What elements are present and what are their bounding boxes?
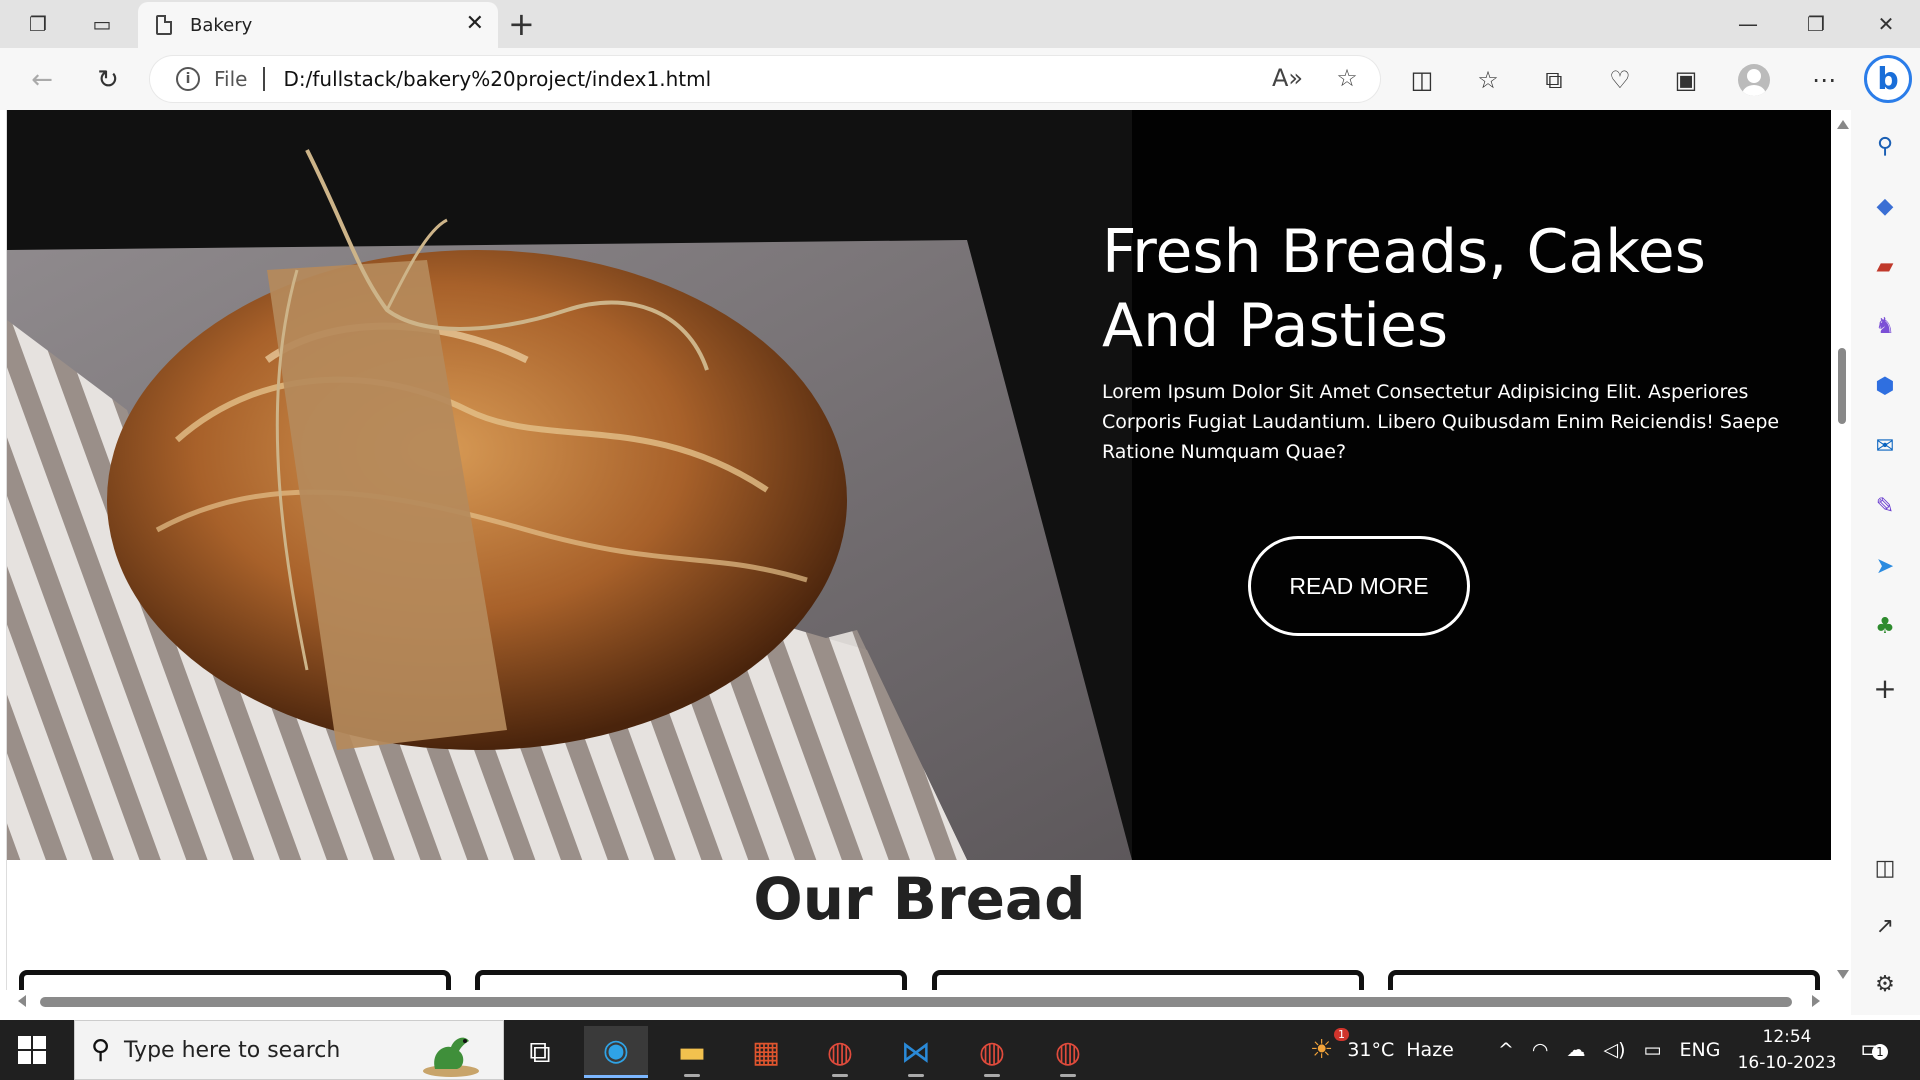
add-sidebar-item-icon[interactable]: + [1867, 670, 1903, 706]
hero-section: Fresh Breads, Cakes And Pasties Lorem Ip… [7, 110, 1831, 860]
horizontal-scroll-thumb[interactable] [40, 997, 1792, 1007]
tab-bakery[interactable]: Bakery ✕ [138, 2, 498, 48]
weather-badge: 1 [1334, 1028, 1349, 1041]
edge-sidebar: ⚲ ◆ ▰ ♞ ⬢ ✉ ✎ ➤ ♣ + ◫ ↗ ⚙ [1851, 110, 1920, 1015]
horizontal-scrollbar[interactable] [6, 990, 1833, 1012]
profile-avatar[interactable] [1738, 64, 1770, 96]
bing-copilot-icon[interactable]: b [1864, 55, 1912, 103]
send-icon[interactable]: ➤ [1867, 548, 1903, 584]
outlook-icon[interactable]: ✉ [1867, 428, 1903, 464]
new-tab-button[interactable]: + [508, 6, 535, 42]
windows-start-icon[interactable] [18, 1036, 46, 1064]
taskbar-search-box[interactable]: ⚲ Type here to search [74, 1020, 504, 1080]
favorite-star-icon[interactable]: ☆ [1332, 64, 1362, 92]
windows-taskbar: ⚲ Type here to search ⧉ ◉ ▬ ▦ ◍ ⋈ ◍ ◍ ☀ … [0, 1020, 1920, 1080]
clock-date: 16-10-2023 [1737, 1053, 1837, 1073]
address-prefix: File [214, 67, 248, 91]
scroll-right-arrow[interactable] [1812, 995, 1820, 1007]
close-tab-icon[interactable]: ✕ [466, 11, 484, 36]
address-bar[interactable]: i File D:/fullstack/bakery%20project/ind… [150, 56, 1380, 102]
microsoft-store-icon[interactable]: ▦ [734, 1026, 798, 1078]
split-screen-icon[interactable]: ◫ [1402, 62, 1442, 98]
vertical-scrollbar[interactable] [1833, 110, 1851, 990]
address-separator [263, 67, 266, 91]
edge-app-icon[interactable]: ◉ [584, 1026, 648, 1078]
scroll-up-arrow[interactable] [1837, 120, 1849, 129]
browser-toolbar: ← ↻ i File D:/fullstack/bakery%20project… [0, 48, 1920, 110]
refresh-button[interactable]: ↻ [88, 60, 128, 100]
language-indicator[interactable]: ENG [1680, 1039, 1721, 1061]
tab-title: Bakery [190, 14, 253, 36]
task-view-icon[interactable]: ⧉ [508, 1026, 572, 1078]
clock[interactable]: 12:54 16-10-2023 [1732, 1024, 1842, 1076]
clock-time: 12:54 [1762, 1027, 1812, 1047]
weather-widget[interactable]: ☀ 1 31°C Haze [1310, 1020, 1454, 1080]
vertical-scroll-thumb[interactable] [1838, 348, 1846, 424]
restore-button[interactable]: ❐ [1786, 8, 1846, 40]
hero-text-block: Fresh Breads, Cakes And Pasties Lorem Ip… [1102, 215, 1831, 467]
system-tray: ^ ◠ ☁ ◁) ▭ ENG [1498, 1020, 1720, 1080]
bread-card[interactable] [932, 970, 1364, 990]
hide-sidebar-icon[interactable]: ◫ [1867, 850, 1903, 886]
bread-card[interactable] [475, 970, 907, 990]
wallet-icon[interactable]: ▣ [1666, 62, 1706, 98]
workspaces-icon[interactable]: ❐ [20, 8, 56, 40]
page-viewport: Fresh Breads, Cakes And Pasties Lorem Ip… [6, 110, 1831, 990]
show-hidden-icons-chevron-icon[interactable]: ^ [1498, 1039, 1514, 1061]
microsoft-365-icon[interactable]: ⬢ [1867, 368, 1903, 404]
section-title: Our Bread [753, 865, 1086, 933]
vscode-icon[interactable]: ⋈ [884, 1026, 948, 1078]
notification-count: 1 [1872, 1044, 1888, 1060]
page-icon [156, 15, 172, 35]
bread-card[interactable] [19, 970, 451, 990]
wifi-icon[interactable]: ◠ [1532, 1039, 1549, 1061]
bread-photo [7, 110, 1132, 860]
more-options-icon[interactable]: ⋯ [1804, 62, 1844, 98]
open-external-icon[interactable]: ↗ [1867, 908, 1903, 944]
settings-gear-icon[interactable]: ⚙ [1867, 966, 1903, 1002]
favorites-icon[interactable]: ☆ [1468, 62, 1508, 98]
read-more-button[interactable]: READ MORE [1248, 536, 1470, 636]
search-icon: ⚲ [91, 1035, 111, 1065]
chrome-icon[interactable]: ◍ [808, 1026, 872, 1078]
tab-bar: ❐ ▭ Bakery ✕ + — ❐ ✕ [0, 0, 1920, 48]
tree-icon[interactable]: ♣ [1867, 608, 1903, 644]
read-aloud-icon[interactable]: A» [1272, 64, 1303, 92]
onedrive-cloud-icon[interactable]: ☁ [1567, 1039, 1586, 1061]
dragon-illustration-icon [423, 1037, 479, 1077]
hero-title: Fresh Breads, Cakes And Pasties [1102, 217, 1706, 361]
hero-description: Lorem Ipsum Dolor Sit Amet Consectetur A… [1102, 381, 1780, 463]
file-explorer-icon[interactable]: ▬ [660, 1026, 724, 1078]
designer-icon[interactable]: ✎ [1867, 488, 1903, 524]
info-icon[interactable]: i [176, 67, 200, 91]
scroll-down-arrow[interactable] [1837, 970, 1849, 979]
notification-center-icon[interactable]: ▭ 1 [1860, 1034, 1888, 1064]
close-window-button[interactable]: ✕ [1856, 8, 1916, 40]
collections-icon[interactable]: ⧉ [1534, 62, 1574, 98]
weather-haze-icon: ☀ [1310, 1035, 1334, 1065]
back-button[interactable]: ← [22, 60, 62, 100]
weather-temp: 31°C [1347, 1039, 1395, 1061]
weather-desc: Haze [1406, 1039, 1454, 1061]
minimize-button[interactable]: — [1718, 8, 1778, 40]
bread-card[interactable] [1388, 970, 1820, 990]
chrome-profile-icon[interactable]: ◍ [960, 1026, 1024, 1078]
tools-briefcase-icon[interactable]: ▰ [1867, 248, 1903, 284]
battery-icon[interactable]: ▭ [1644, 1039, 1662, 1061]
search-icon[interactable]: ⚲ [1867, 128, 1903, 164]
games-icon[interactable]: ♞ [1867, 308, 1903, 344]
shopping-tag-icon[interactable]: ◆ [1867, 188, 1903, 224]
url-text[interactable]: D:/fullstack/bakery%20project/index1.htm… [283, 67, 711, 91]
vertical-tabs-icon[interactable]: ▭ [84, 8, 120, 40]
search-placeholder: Type here to search [124, 1037, 341, 1063]
volume-icon[interactable]: ◁) [1604, 1039, 1626, 1061]
scroll-left-arrow[interactable] [18, 995, 26, 1007]
chrome-profile-2-icon[interactable]: ◍ [1036, 1026, 1100, 1078]
browser-essentials-icon[interactable]: ♡ [1600, 62, 1640, 98]
